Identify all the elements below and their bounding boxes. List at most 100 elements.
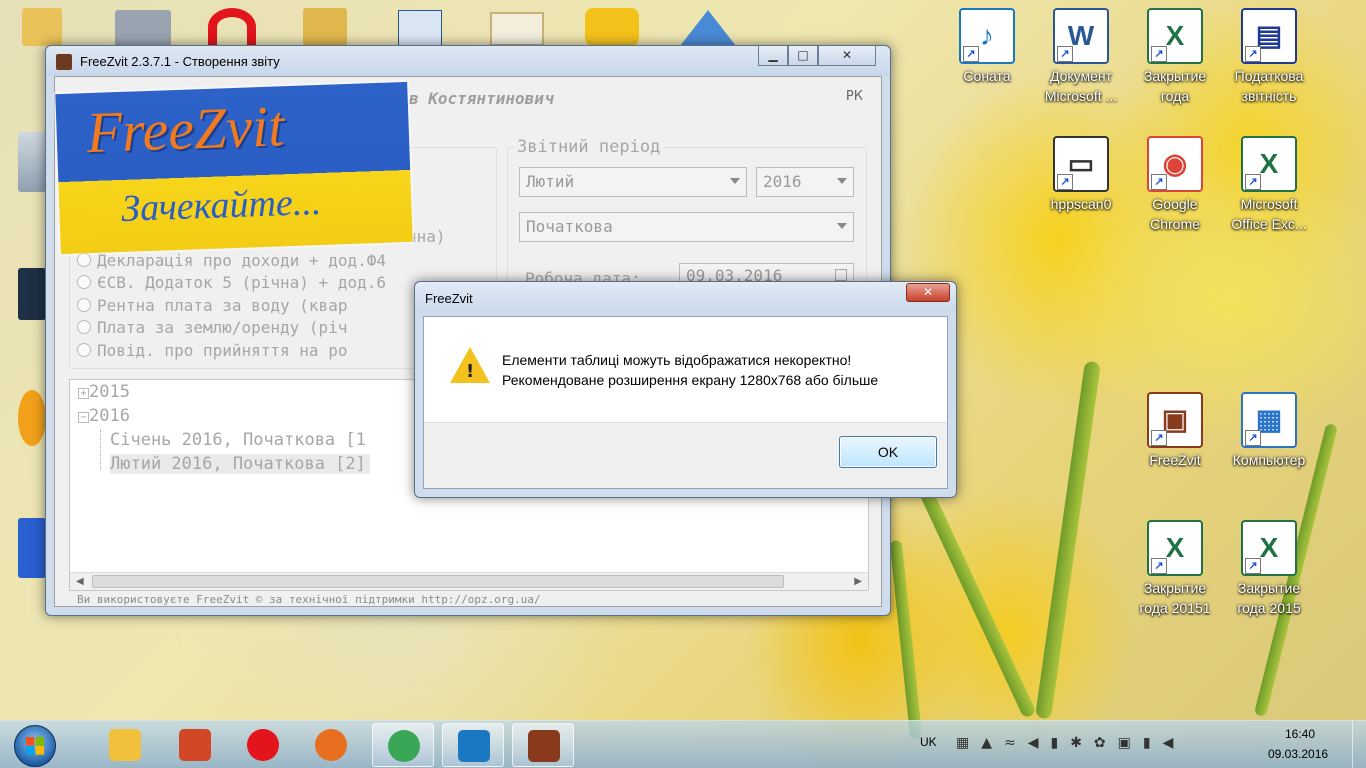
desktop-shortcut[interactable]: X ↗ Закрытие года 2015 bbox=[1228, 520, 1310, 618]
taskbar-opera[interactable] bbox=[232, 723, 294, 767]
taskbar-sonata-icon bbox=[458, 730, 490, 762]
desktop-shortcut[interactable]: ▦ ↗ Компьютер bbox=[1228, 392, 1310, 470]
freezvit-desktop-icon: ▣ ↗ bbox=[1147, 392, 1203, 448]
radio-button[interactable] bbox=[77, 298, 91, 312]
shortcut-arrow-icon: ↗ bbox=[1245, 558, 1261, 574]
maximize-button[interactable]: □ bbox=[788, 46, 818, 66]
desktop-media-icon[interactable] bbox=[18, 390, 46, 446]
language-indicator[interactable]: UK bbox=[920, 735, 937, 749]
taskbar-powerpoint-icon bbox=[179, 729, 211, 761]
close-button[interactable]: ✕ bbox=[818, 46, 876, 66]
ok-button[interactable]: OK bbox=[839, 436, 937, 468]
desktop-word-icon[interactable] bbox=[398, 10, 442, 46]
desktop-app-icon[interactable] bbox=[18, 518, 46, 578]
desktop-shortcut-label: Соната bbox=[963, 68, 1011, 84]
dialog-titlebar[interactable]: FreeZvit ✕ bbox=[415, 282, 956, 312]
shortcut-arrow-icon: ↗ bbox=[1057, 174, 1073, 190]
tax-report-icon: ▤ ↗ bbox=[1241, 8, 1297, 64]
tree-node-2015[interactable]: +2015 bbox=[78, 382, 130, 402]
taskbar: UK ▦▲≈◀▮✱✿▣▮◀ 16:40 09.03.2016 bbox=[0, 720, 1366, 768]
shortcut-arrow-icon: ↗ bbox=[1151, 174, 1167, 190]
taskbar-explorer[interactable] bbox=[94, 723, 156, 767]
radio-button[interactable] bbox=[77, 275, 91, 289]
desktop-shortcut-label: Закрытие года 20151 bbox=[1139, 580, 1211, 616]
tree-label: 2016 bbox=[89, 406, 130, 426]
taskbar-firefox[interactable] bbox=[300, 723, 362, 767]
desktop-shortcut[interactable]: ▤ ↗ Податкова звітність bbox=[1228, 8, 1310, 106]
start-button[interactable] bbox=[14, 725, 56, 767]
radio-button[interactable] bbox=[77, 343, 91, 357]
year-select[interactable]: 2016 bbox=[756, 167, 854, 197]
desktop-recycle-bin-icon[interactable] bbox=[18, 132, 46, 192]
desktop-folder-icon[interactable] bbox=[22, 8, 62, 46]
desktop-folder2-icon[interactable] bbox=[303, 8, 347, 46]
radio-hiring-notice[interactable]: Повід. про прийняття на ро bbox=[77, 341, 347, 360]
desktop-opera-icon[interactable] bbox=[208, 8, 256, 46]
scroll-left-icon[interactable]: ◀ bbox=[76, 576, 84, 587]
excel-file-icon: X ↗ bbox=[1147, 8, 1203, 64]
taskbar-sonata[interactable] bbox=[442, 723, 504, 767]
desktop-shortcut[interactable]: X ↗ Microsoft Office Exc... bbox=[1228, 136, 1310, 234]
period-label: Звітний період bbox=[513, 137, 665, 157]
shortcut-arrow-icon: ↗ bbox=[1151, 46, 1167, 62]
shortcut-arrow-icon: ↗ bbox=[1245, 174, 1261, 190]
tray-icons[interactable]: ▦▲≈◀▮✱✿▣▮◀ bbox=[956, 735, 1216, 755]
taskbar-chrome-icon bbox=[388, 730, 420, 762]
computer-icon: ▦ ↗ bbox=[1241, 392, 1297, 448]
shortcut-arrow-icon: ↗ bbox=[1151, 558, 1167, 574]
desktop-shortcut-label: Компьютер bbox=[1232, 452, 1306, 468]
radio-button[interactable] bbox=[77, 253, 91, 267]
desktop-monitor-icon[interactable] bbox=[18, 268, 46, 320]
clock-date[interactable]: 09.03.2016 bbox=[1268, 747, 1328, 761]
radio-label: Плата за землю/оренду (річ bbox=[97, 318, 348, 337]
rk-label: РК bbox=[845, 89, 863, 104]
show-desktop-button[interactable] bbox=[1352, 721, 1366, 768]
desktop-triangle-icon[interactable] bbox=[680, 10, 736, 46]
desktop-shortcut[interactable]: W ↗ Документ Microsoft ... bbox=[1040, 8, 1122, 106]
horizontal-scrollbar[interactable]: ◀ ▶ bbox=[70, 572, 868, 590]
dialog-message-line1: Елементи таблиці можуть відображатися не… bbox=[502, 352, 852, 368]
desktop-shortcut-label: Закрытие года 2015 bbox=[1237, 580, 1301, 616]
collapse-icon[interactable]: − bbox=[78, 412, 89, 423]
desktop-shortcut[interactable]: X ↗ Закрытие года bbox=[1134, 8, 1216, 106]
radio-esv-addendum5[interactable]: ЄСВ. Додаток 5 (річна) + дод.6 bbox=[77, 273, 386, 292]
desktop-shortcut-label: Податкова звітність bbox=[1234, 68, 1304, 104]
desktop-shortcut[interactable]: ♪ ↗ Соната bbox=[946, 8, 1028, 86]
taskbar-freezvit-icon bbox=[528, 730, 560, 762]
tree-node-2016[interactable]: −2016 bbox=[78, 406, 130, 426]
taskbar-chrome[interactable] bbox=[372, 723, 434, 767]
freezvit-titlebar[interactable]: FreeZvit 2.3.7.1 - Створення звіту ▁ □ ✕ bbox=[46, 46, 890, 76]
warning-dialog[interactable]: FreeZvit ✕ ! Елементи таблиці можуть від… bbox=[414, 281, 957, 498]
taskbar-powerpoint[interactable] bbox=[164, 723, 226, 767]
freezvit-app-icon bbox=[56, 54, 72, 70]
radio-water-rent[interactable]: Рентна плата за воду (квар bbox=[77, 296, 347, 315]
word-document-icon: W ↗ bbox=[1053, 8, 1109, 64]
calendar-icon[interactable] bbox=[835, 269, 847, 281]
desktop-shortcut[interactable]: ▭ ↗ hppscan0 bbox=[1040, 136, 1122, 214]
desktop-shortcut[interactable]: ◉ ↗ Google Chrome bbox=[1134, 136, 1216, 234]
desktop-shortcut-label: Google Chrome bbox=[1150, 196, 1200, 232]
radio-declaration[interactable]: Декларація про доходи + дод.Ф4 bbox=[77, 251, 386, 270]
desktop-honeycomb-icon[interactable] bbox=[585, 8, 639, 46]
report-type-select[interactable]: Початкова bbox=[519, 212, 854, 242]
scrollbar-thumb[interactable] bbox=[92, 575, 784, 588]
clock-time[interactable]: 16:40 bbox=[1285, 727, 1315, 741]
desktop-shortcut[interactable]: X ↗ Закрытие года 20151 bbox=[1134, 520, 1216, 618]
chevron-down-icon bbox=[837, 223, 847, 229]
desktop-certificate-icon[interactable] bbox=[490, 12, 544, 46]
desktop-shortcut-label: Microsoft Office Exc... bbox=[1231, 196, 1307, 232]
desktop-shortcut[interactable]: ▣ ↗ FreeZvit bbox=[1134, 392, 1216, 470]
taskbar-freezvit[interactable] bbox=[512, 723, 574, 767]
scroll-right-icon[interactable]: ▶ bbox=[854, 576, 862, 587]
expand-icon[interactable]: + bbox=[78, 388, 89, 399]
shortcut-arrow-icon: ↗ bbox=[963, 46, 979, 62]
tree-item-february[interactable]: Лютий 2016, Початкова [2] bbox=[110, 454, 370, 474]
month-select[interactable]: Лютий bbox=[519, 167, 747, 197]
dialog-close-button[interactable]: ✕ bbox=[906, 283, 950, 302]
radio-land-rent[interactable]: Плата за землю/оренду (річ bbox=[77, 318, 347, 337]
month-value: Лютий bbox=[526, 172, 575, 191]
desktop-printer-icon[interactable] bbox=[115, 10, 171, 46]
tree-item-january[interactable]: Січень 2016, Початкова [1 bbox=[110, 430, 366, 450]
radio-button[interactable] bbox=[77, 320, 91, 334]
minimize-button[interactable]: ▁ bbox=[758, 46, 788, 66]
